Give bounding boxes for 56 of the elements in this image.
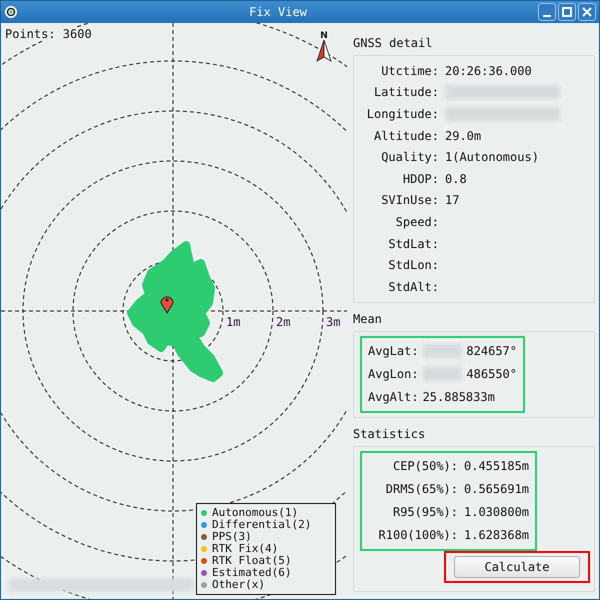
legend-label: RTK Fix(4) xyxy=(212,543,278,555)
legend-label: Other(x) xyxy=(212,579,265,591)
field-value: 0.8 xyxy=(445,172,467,186)
minimize-icon xyxy=(543,15,551,17)
group-title: Statistics xyxy=(353,426,426,443)
field-label: Utctime: xyxy=(380,64,439,78)
window-title: Fix View xyxy=(248,5,308,19)
ring-label: 3m xyxy=(326,315,340,329)
field-label: Latitude: xyxy=(372,85,439,100)
field-label: R100(100%): xyxy=(378,528,458,542)
field-value: 486550° xyxy=(466,367,517,382)
ring-label: 2m xyxy=(276,315,290,329)
field-value: 1.628368m xyxy=(464,528,530,542)
field-label: HDOP: xyxy=(402,172,439,186)
field-value: 1.030800m xyxy=(464,505,530,520)
field-value: 1(Autonomous) xyxy=(445,150,539,164)
legend-label: Autonomous(1) xyxy=(212,507,298,519)
field-label: AvgLat: xyxy=(368,344,419,358)
field-label: StdAlt: xyxy=(387,280,439,294)
location-pin-icon xyxy=(160,296,174,314)
field-label: Altitude: xyxy=(372,128,439,143)
close-button[interactable] xyxy=(578,3,596,21)
minimize-button[interactable] xyxy=(538,3,556,21)
field-value: 824657° xyxy=(466,344,517,358)
field-value: 25.885833m xyxy=(422,390,495,404)
legend-label: RTK Float(5) xyxy=(212,555,292,567)
field-label: R95(95%): xyxy=(392,505,458,520)
field-value: 29.0m xyxy=(445,128,482,143)
field-label: AvgAlt: xyxy=(368,390,419,404)
field-label: Speed: xyxy=(394,214,439,229)
maximize-icon xyxy=(562,7,572,17)
field-label: Quality: xyxy=(380,150,439,164)
field-value: 17 xyxy=(445,193,460,208)
field-value: 20:26:36.000 xyxy=(445,64,532,78)
maximize-button[interactable] xyxy=(558,3,576,21)
field-value: 0.455185m xyxy=(464,459,530,474)
field-label: CEP(50%): xyxy=(392,459,458,474)
close-icon xyxy=(582,7,592,17)
field-label: Longitude: xyxy=(366,106,439,121)
field-label: DRMS(65%): xyxy=(384,482,458,496)
field-label: AvgLon: xyxy=(368,367,419,382)
ring-label: 1m xyxy=(226,315,240,329)
field-label: StdLat: xyxy=(387,236,439,251)
group-title: Mean xyxy=(353,310,383,328)
legend-label: Differential(2) xyxy=(212,519,312,531)
field-label: SVInUse: xyxy=(380,193,439,208)
north-arrow-icon xyxy=(316,40,332,62)
points-count: Points: 3600 xyxy=(5,27,92,41)
field-value: 0.565691m xyxy=(464,482,530,496)
legend-label: Estimated(6) xyxy=(212,567,292,579)
legend-label: PPS(3) xyxy=(212,531,252,543)
north-label: N xyxy=(320,31,328,41)
group-title: GNSS detail xyxy=(353,35,434,52)
calculate-button[interactable]: Calculate xyxy=(454,556,580,578)
field-label: StdLon: xyxy=(387,258,439,272)
app-icon[interactable] xyxy=(4,5,18,19)
